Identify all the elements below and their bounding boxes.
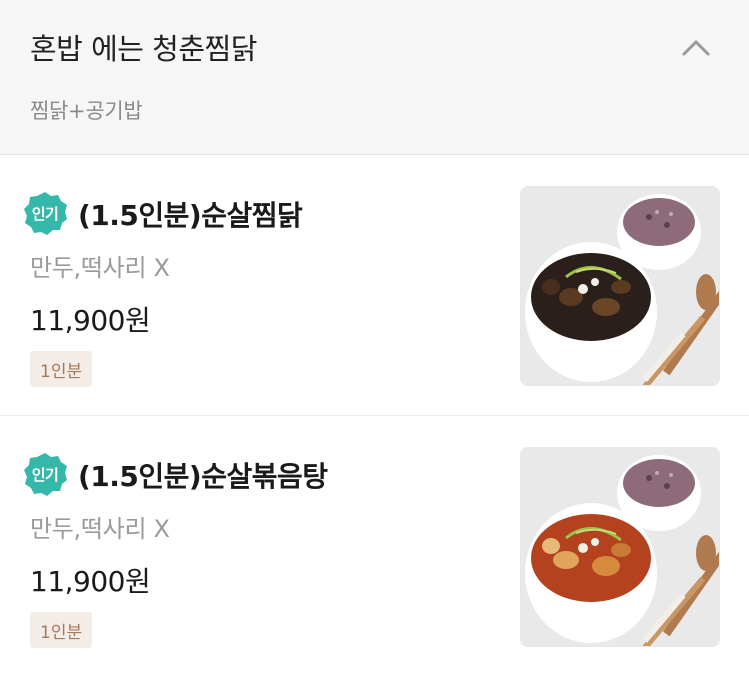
popular-badge: 인기 — [22, 451, 68, 497]
jjimdak-photo[interactable] — [520, 186, 720, 386]
item-name: (1.5인분)순살볶음탕 — [78, 460, 328, 493]
section-subtitle: 찜닭+공기밥 — [30, 99, 143, 123]
popular-badge: 인기 — [22, 190, 68, 236]
portion-tag: 1인분 — [30, 351, 93, 387]
item-name: (1.5인분)순살찜닭 — [78, 199, 303, 232]
item-price: 11,900원 — [30, 565, 151, 598]
section-title: 혼밥 에는 청춘찜닭 — [30, 32, 257, 66]
menu-item[interactable]: 인기 (1.5인분)순살찜닭 만두,떡사리 X 11,900원 1인분 — [0, 156, 749, 416]
chevron-up-icon — [682, 40, 710, 56]
menu-item[interactable]: 인기 (1.5인분)순살볶음탕 만두,떡사리 X 11,900원 1인분 — [0, 417, 749, 677]
badge-label: 인기 — [31, 204, 59, 223]
section-header[interactable]: 혼밥 에는 청춘찜닭 찜닭+공기밥 — [0, 0, 749, 155]
badge-label: 인기 — [31, 465, 59, 484]
collapse-button[interactable] — [672, 28, 720, 68]
portion-tag: 1인분 — [30, 612, 93, 648]
item-description: 만두,떡사리 X — [30, 254, 170, 282]
food-image — [521, 187, 719, 385]
item-description: 만두,떡사리 X — [30, 515, 170, 543]
food-image — [521, 448, 719, 646]
item-price: 11,900원 — [30, 304, 151, 337]
bokkeumtang-photo[interactable] — [520, 447, 720, 647]
